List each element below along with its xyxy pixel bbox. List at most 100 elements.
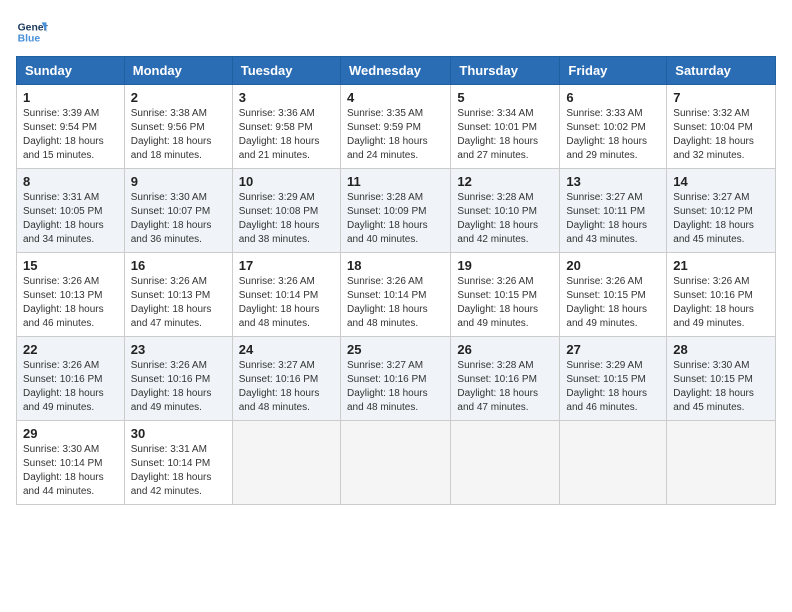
day-number: 24 [239,342,334,357]
calendar-cell: 21 Sunrise: 3:26 AMSunset: 10:16 PMDaylig… [667,253,776,337]
day-number: 10 [239,174,334,189]
column-header-monday: Monday [124,57,232,85]
calendar-week-row: 29 Sunrise: 3:30 AMSunset: 10:14 PMDaylig… [17,421,776,505]
calendar-cell: 18 Sunrise: 3:26 AMSunset: 10:14 PMDaylig… [340,253,450,337]
column-header-thursday: Thursday [451,57,560,85]
header: General Blue [16,16,776,48]
column-header-friday: Friday [560,57,667,85]
day-info: Sunrise: 3:26 AMSunset: 10:13 PMDaylight… [131,275,226,331]
calendar-cell: 25 Sunrise: 3:27 AMSunset: 10:16 PMDaylig… [340,337,450,421]
day-info: Sunrise: 3:27 AMSunset: 10:11 PMDaylight… [566,191,660,247]
day-info: Sunrise: 3:31 AMSunset: 10:14 PMDaylight… [131,443,226,499]
day-info: Sunrise: 3:28 AMSunset: 10:09 PMDaylight… [347,191,444,247]
calendar-cell: 23Sunrise: 3:26 AMSunset: 10:16 PMDaylig… [124,337,232,421]
day-number: 11 [347,174,444,189]
day-info: Sunrise: 3:27 AMSunset: 10:16 PMDaylight… [239,359,334,415]
day-number: 29 [23,426,118,441]
calendar-cell: 13 Sunrise: 3:27 AMSunset: 10:11 PMDaylig… [560,169,667,253]
day-number: 13 [566,174,660,189]
day-info: Sunrise: 3:27 AMSunset: 10:16 PMDaylight… [347,359,444,415]
day-number: 28 [673,342,769,357]
day-number: 26 [457,342,553,357]
calendar-cell [451,421,560,505]
calendar-cell: 30Sunrise: 3:31 AMSunset: 10:14 PMDaylig… [124,421,232,505]
day-number: 22 [23,342,118,357]
day-info: Sunrise: 3:35 AMSunset: 9:59 PMDaylight:… [347,107,444,163]
calendar-cell [560,421,667,505]
calendar-cell [232,421,340,505]
calendar-cell [340,421,450,505]
day-info: Sunrise: 3:34 AMSunset: 10:01 PMDaylight… [457,107,553,163]
calendar-cell: 4 Sunrise: 3:35 AMSunset: 9:59 PMDaylight… [340,85,450,169]
calendar-cell: 24 Sunrise: 3:27 AMSunset: 10:16 PMDaylig… [232,337,340,421]
day-number: 9 [131,174,226,189]
day-info: Sunrise: 3:29 AMSunset: 10:15 PMDaylight… [566,359,660,415]
day-info: Sunrise: 3:26 AMSunset: 10:14 PMDaylight… [347,275,444,331]
calendar-week-row: 1 Sunrise: 3:39 AMSunset: 9:54 PMDaylight… [17,85,776,169]
day-info: Sunrise: 3:26 AMSunset: 10:14 PMDaylight… [239,275,334,331]
day-info: Sunrise: 3:39 AMSunset: 9:54 PMDaylight:… [23,107,118,163]
calendar-cell: 2 Sunrise: 3:38 AMSunset: 9:56 PMDaylight… [124,85,232,169]
calendar-cell: 7 Sunrise: 3:32 AMSunset: 10:04 PMDayligh… [667,85,776,169]
column-header-sunday: Sunday [17,57,125,85]
calendar-cell: 28 Sunrise: 3:30 AMSunset: 10:15 PMDaylig… [667,337,776,421]
day-number: 12 [457,174,553,189]
day-info: Sunrise: 3:26 AMSunset: 10:16 PMDaylight… [23,359,118,415]
day-number: 3 [239,90,334,105]
calendar-cell: 17 Sunrise: 3:26 AMSunset: 10:14 PMDaylig… [232,253,340,337]
day-info: Sunrise: 3:28 AMSunset: 10:10 PMDaylight… [457,191,553,247]
day-number: 8 [23,174,118,189]
day-number: 25 [347,342,444,357]
day-number: 7 [673,90,769,105]
day-number: 6 [566,90,660,105]
day-number: 17 [239,258,334,273]
column-header-wednesday: Wednesday [340,57,450,85]
day-info: Sunrise: 3:30 AMSunset: 10:07 PMDaylight… [131,191,226,247]
calendar-cell: 12 Sunrise: 3:28 AMSunset: 10:10 PMDaylig… [451,169,560,253]
calendar-cell: 29 Sunrise: 3:30 AMSunset: 10:14 PMDaylig… [17,421,125,505]
calendar-week-row: 15Sunrise: 3:26 AMSunset: 10:13 PMDaylig… [17,253,776,337]
calendar-cell: 6Sunrise: 3:33 AMSunset: 10:02 PMDayligh… [560,85,667,169]
logo: General Blue [16,16,48,48]
day-info: Sunrise: 3:32 AMSunset: 10:04 PMDaylight… [673,107,769,163]
calendar-cell: 19Sunrise: 3:26 AMSunset: 10:15 PMDaylig… [451,253,560,337]
day-info: Sunrise: 3:36 AMSunset: 9:58 PMDaylight:… [239,107,334,163]
day-info: Sunrise: 3:38 AMSunset: 9:56 PMDaylight:… [131,107,226,163]
day-number: 16 [131,258,226,273]
calendar-cell: 14Sunrise: 3:27 AMSunset: 10:12 PMDaylig… [667,169,776,253]
calendar-cell: 26 Sunrise: 3:28 AMSunset: 10:16 PMDaylig… [451,337,560,421]
calendar-cell: 22 Sunrise: 3:26 AMSunset: 10:16 PMDaylig… [17,337,125,421]
day-info: Sunrise: 3:26 AMSunset: 10:16 PMDaylight… [673,275,769,331]
calendar-cell: 9 Sunrise: 3:30 AMSunset: 10:07 PMDayligh… [124,169,232,253]
day-info: Sunrise: 3:30 AMSunset: 10:14 PMDaylight… [23,443,118,499]
day-info: Sunrise: 3:30 AMSunset: 10:15 PMDaylight… [673,359,769,415]
day-info: Sunrise: 3:31 AMSunset: 10:05 PMDaylight… [23,191,118,247]
day-number: 4 [347,90,444,105]
day-number: 21 [673,258,769,273]
day-number: 20 [566,258,660,273]
day-info: Sunrise: 3:28 AMSunset: 10:16 PMDaylight… [457,359,553,415]
calendar-header-row: SundayMondayTuesdayWednesdayThursdayFrid… [17,57,776,85]
day-info: Sunrise: 3:29 AMSunset: 10:08 PMDaylight… [239,191,334,247]
day-number: 1 [23,90,118,105]
day-info: Sunrise: 3:26 AMSunset: 10:13 PMDaylight… [23,275,118,331]
calendar-cell: 15Sunrise: 3:26 AMSunset: 10:13 PMDaylig… [17,253,125,337]
calendar-cell [667,421,776,505]
calendar-cell: 1 Sunrise: 3:39 AMSunset: 9:54 PMDaylight… [17,85,125,169]
calendar-cell: 10 Sunrise: 3:29 AMSunset: 10:08 PMDaylig… [232,169,340,253]
calendar-cell: 16 Sunrise: 3:26 AMSunset: 10:13 PMDaylig… [124,253,232,337]
calendar-cell: 11 Sunrise: 3:28 AMSunset: 10:09 PMDaylig… [340,169,450,253]
day-number: 27 [566,342,660,357]
calendar-week-row: 22 Sunrise: 3:26 AMSunset: 10:16 PMDaylig… [17,337,776,421]
calendar-cell: 20 Sunrise: 3:26 AMSunset: 10:15 PMDaylig… [560,253,667,337]
logo-icon: General Blue [16,16,48,48]
day-info: Sunrise: 3:26 AMSunset: 10:15 PMDaylight… [566,275,660,331]
day-number: 5 [457,90,553,105]
day-number: 2 [131,90,226,105]
day-info: Sunrise: 3:26 AMSunset: 10:15 PMDaylight… [457,275,553,331]
day-number: 18 [347,258,444,273]
calendar-cell: 8 Sunrise: 3:31 AMSunset: 10:05 PMDayligh… [17,169,125,253]
day-number: 23 [131,342,226,357]
calendar-cell: 5 Sunrise: 3:34 AMSunset: 10:01 PMDayligh… [451,85,560,169]
column-header-tuesday: Tuesday [232,57,340,85]
